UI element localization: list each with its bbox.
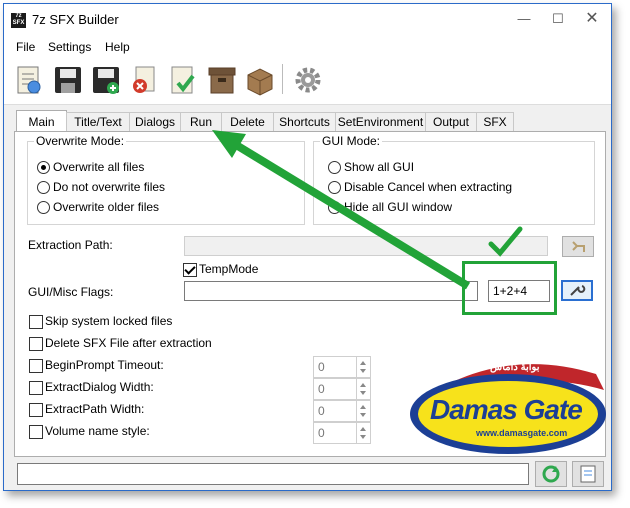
annotation-highlight-box [462, 261, 557, 315]
logo-arabic-text: بوابة داماس [490, 362, 540, 373]
check-mark-icon [488, 226, 523, 257]
damas-gate-logo: بوابة داماس Damas Gate www.damasgate.com [408, 352, 608, 462]
logo-url-text: www.damasgate.com [476, 428, 568, 438]
annotation-arrow-line [225, 136, 471, 290]
logo-brand-text: Damas Gate [430, 394, 583, 425]
